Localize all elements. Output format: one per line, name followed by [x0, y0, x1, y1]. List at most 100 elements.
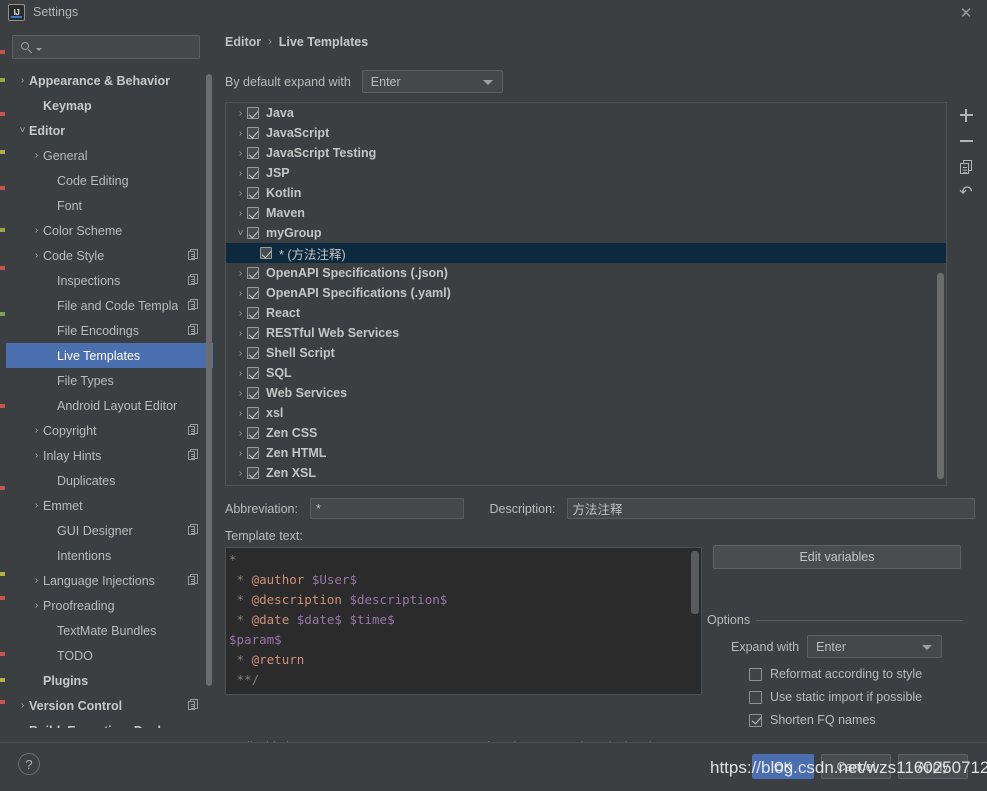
sidebar-item-textmate-bundles[interactable]: TextMate Bundles	[6, 618, 213, 643]
checkbox[interactable]	[749, 713, 762, 727]
template-group-checkbox[interactable]	[247, 427, 259, 439]
help-button[interactable]: ?	[18, 753, 40, 775]
template-group-row[interactable]: › OpenAPI Specifications (.yaml)	[226, 283, 946, 303]
template-group-row[interactable]: › JavaScript Testing	[226, 143, 946, 163]
template-group-row[interactable]: › Zen XSL	[226, 463, 946, 483]
chevron-icon[interactable]: ›	[234, 308, 247, 319]
template-group-row[interactable]: › Kotlin	[226, 183, 946, 203]
option-reformat-according-to-style[interactable]: Reformat according to style	[749, 667, 922, 681]
template-list-scrollbar[interactable]	[937, 273, 944, 479]
chevron-icon[interactable]: ›	[234, 448, 247, 459]
template-text-scrollbar[interactable]	[691, 551, 699, 614]
template-group-row[interactable]: › OpenAPI Specifications (.json)	[226, 263, 946, 283]
template-group-checkbox[interactable]	[247, 187, 259, 199]
template-group-checkbox[interactable]	[247, 267, 259, 279]
default-expand-select[interactable]: Enter	[361, 70, 503, 93]
template-groups-list[interactable]: › Java › JavaScript › JavaScript Testing › JSP ›…	[225, 102, 947, 486]
chevron-icon[interactable]: ›	[30, 150, 43, 161]
template-group-row[interactable]: › Zen CSS	[226, 423, 946, 443]
sidebar-item-inspections[interactable]: Inspections	[6, 268, 213, 293]
sidebar-item-file-types[interactable]: File Types	[6, 368, 213, 393]
chevron-icon[interactable]: ˅	[16, 125, 29, 136]
chevron-icon[interactable]: ›	[234, 368, 247, 379]
template-group-row[interactable]: › RESTful Web Services	[226, 323, 946, 343]
chevron-icon[interactable]: ›	[30, 500, 43, 511]
template-group-row[interactable]: › Java	[226, 103, 946, 123]
chevron-icon[interactable]: ›	[234, 268, 247, 279]
sidebar-item-keymap[interactable]: Keymap	[6, 93, 213, 118]
chevron-icon[interactable]: ›	[16, 725, 29, 728]
template-group-checkbox[interactable]	[247, 147, 259, 159]
sidebar-item-gui-designer[interactable]: GUI Designer	[6, 518, 213, 543]
chevron-icon[interactable]: ›	[234, 108, 247, 119]
template-group-row[interactable]: › JavaScript	[226, 123, 946, 143]
sidebar-scrollbar[interactable]	[206, 74, 212, 686]
template-group-checkbox[interactable]	[247, 367, 259, 379]
cancel-button[interactable]: Cancel	[821, 754, 891, 779]
template-text-editor[interactable]: * * @author $User$ * @description $descr…	[225, 547, 702, 695]
sidebar-item-inlay-hints[interactable]: › Inlay Hints	[6, 443, 213, 468]
sidebar-item-emmet[interactable]: › Emmet	[6, 493, 213, 518]
add-template-button[interactable]	[953, 102, 979, 128]
chevron-icon[interactable]: ›	[234, 168, 247, 179]
chevron-icon[interactable]: ›	[234, 468, 247, 479]
sidebar-item-plugins[interactable]: Plugins	[6, 668, 213, 693]
chevron-icon[interactable]: ›	[234, 428, 247, 439]
checkbox[interactable]	[749, 690, 762, 704]
sidebar-item-editor[interactable]: ˅ Editor	[6, 118, 213, 143]
chevron-icon[interactable]: ›	[30, 575, 43, 586]
search-input[interactable]	[12, 35, 200, 59]
chevron-icon[interactable]: ›	[16, 75, 29, 86]
breadcrumb-parent[interactable]: Editor	[225, 35, 261, 49]
sidebar-item-font[interactable]: Font	[6, 193, 213, 218]
template-group-row[interactable]: › JSP	[226, 163, 946, 183]
chevron-icon[interactable]: ›	[234, 188, 247, 199]
close-icon[interactable]: ✕	[955, 3, 977, 23]
sidebar-item-appearance-behavior[interactable]: › Appearance & Behavior	[6, 68, 213, 93]
template-group-checkbox[interactable]	[247, 327, 259, 339]
template-group-row[interactable]: › Web Services	[226, 383, 946, 403]
template-group-row[interactable]: › Zen HTML	[226, 443, 946, 463]
restore-defaults-button[interactable]: ↶	[953, 180, 979, 206]
sidebar-item-live-templates[interactable]: Live Templates	[6, 343, 213, 368]
description-input[interactable]: 方法注释	[566, 498, 975, 519]
template-group-row[interactable]: › Maven	[226, 203, 946, 223]
chevron-icon[interactable]: ›	[234, 288, 247, 299]
chevron-icon[interactable]: ›	[16, 700, 29, 711]
chevron-icon[interactable]: ›	[234, 348, 247, 359]
template-group-checkbox[interactable]	[247, 307, 259, 319]
sidebar-item-general[interactable]: › General	[6, 143, 213, 168]
chevron-icon[interactable]: ›	[30, 250, 43, 261]
edit-variables-button[interactable]: Edit variables	[713, 545, 961, 569]
template-group-row[interactable]: › xsl	[226, 403, 946, 423]
apply-button[interactable]: Apply	[898, 754, 968, 779]
chevron-icon[interactable]: ›	[234, 388, 247, 399]
sidebar-item-color-scheme[interactable]: › Color Scheme	[6, 218, 213, 243]
template-group-checkbox[interactable]	[260, 247, 272, 259]
chevron-icon[interactable]: ›	[234, 148, 247, 159]
template-group-row[interactable]: * (方法注释)	[226, 243, 946, 263]
sidebar-item-file-encodings[interactable]: File Encodings	[6, 318, 213, 343]
template-group-checkbox[interactable]	[247, 347, 259, 359]
chevron-icon[interactable]: ›	[234, 208, 247, 219]
template-group-row[interactable]: › Shell Script	[226, 343, 946, 363]
sidebar-item-version-control[interactable]: › Version Control	[6, 693, 213, 718]
template-group-checkbox[interactable]	[247, 387, 259, 399]
template-group-checkbox[interactable]	[247, 287, 259, 299]
ok-button[interactable]: OK	[752, 754, 814, 779]
template-group-checkbox[interactable]	[247, 107, 259, 119]
sidebar-item-android-layout-editor[interactable]: Android Layout Editor	[6, 393, 213, 418]
sidebar-item-intentions[interactable]: Intentions	[6, 543, 213, 568]
sidebar-item-build-execution-deploym[interactable]: ›Build, Execution, Deploym	[6, 718, 213, 729]
checkbox[interactable]	[749, 667, 762, 681]
template-group-checkbox[interactable]	[247, 167, 259, 179]
chevron-icon[interactable]: ›	[30, 425, 43, 436]
expand-with-select[interactable]: Enter	[807, 635, 943, 658]
template-group-checkbox[interactable]	[247, 407, 259, 419]
remove-template-button[interactable]	[953, 128, 979, 154]
sidebar-item-code-style[interactable]: › Code Style	[6, 243, 213, 268]
chevron-icon[interactable]: ›	[30, 225, 43, 236]
sidebar-item-language-injections[interactable]: › Language Injections	[6, 568, 213, 593]
template-group-checkbox[interactable]	[247, 447, 259, 459]
sidebar-item-copyright[interactable]: › Copyright	[6, 418, 213, 443]
